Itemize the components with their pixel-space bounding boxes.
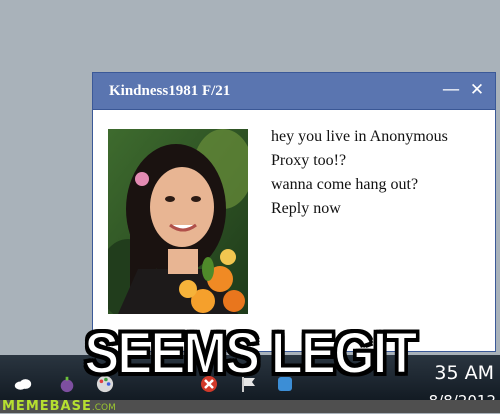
profile-photo[interactable] (108, 129, 248, 314)
message-line[interactable]: Reply now (271, 197, 491, 221)
chat-message: hey you live in Anonymous Proxy too!? wa… (271, 125, 491, 221)
message-line: hey you live in Anonymous (271, 128, 448, 145)
message-line: Proxy too!? (271, 152, 347, 169)
popup-title: Kindness1981 F/21 (109, 83, 231, 99)
close-button[interactable]: ✕ (467, 79, 487, 101)
chat-popup-window[interactable]: Kindness1981 F/21 — ✕ hey you live in An… (92, 72, 496, 352)
meme-caption: SEEMS LEGIT (84, 320, 419, 387)
watermark-suffix: .COM (91, 403, 116, 413)
profile-photo-image (108, 129, 248, 314)
minimize-button[interactable]: — (441, 79, 461, 101)
watermark-brand: MEMEBASE (2, 399, 92, 414)
message-line: wanna come hang out? (271, 176, 419, 193)
popup-title-bar[interactable]: Kindness1981 F/21 — ✕ (93, 73, 495, 110)
site-watermark: MEMEBASE.COM (2, 399, 116, 414)
